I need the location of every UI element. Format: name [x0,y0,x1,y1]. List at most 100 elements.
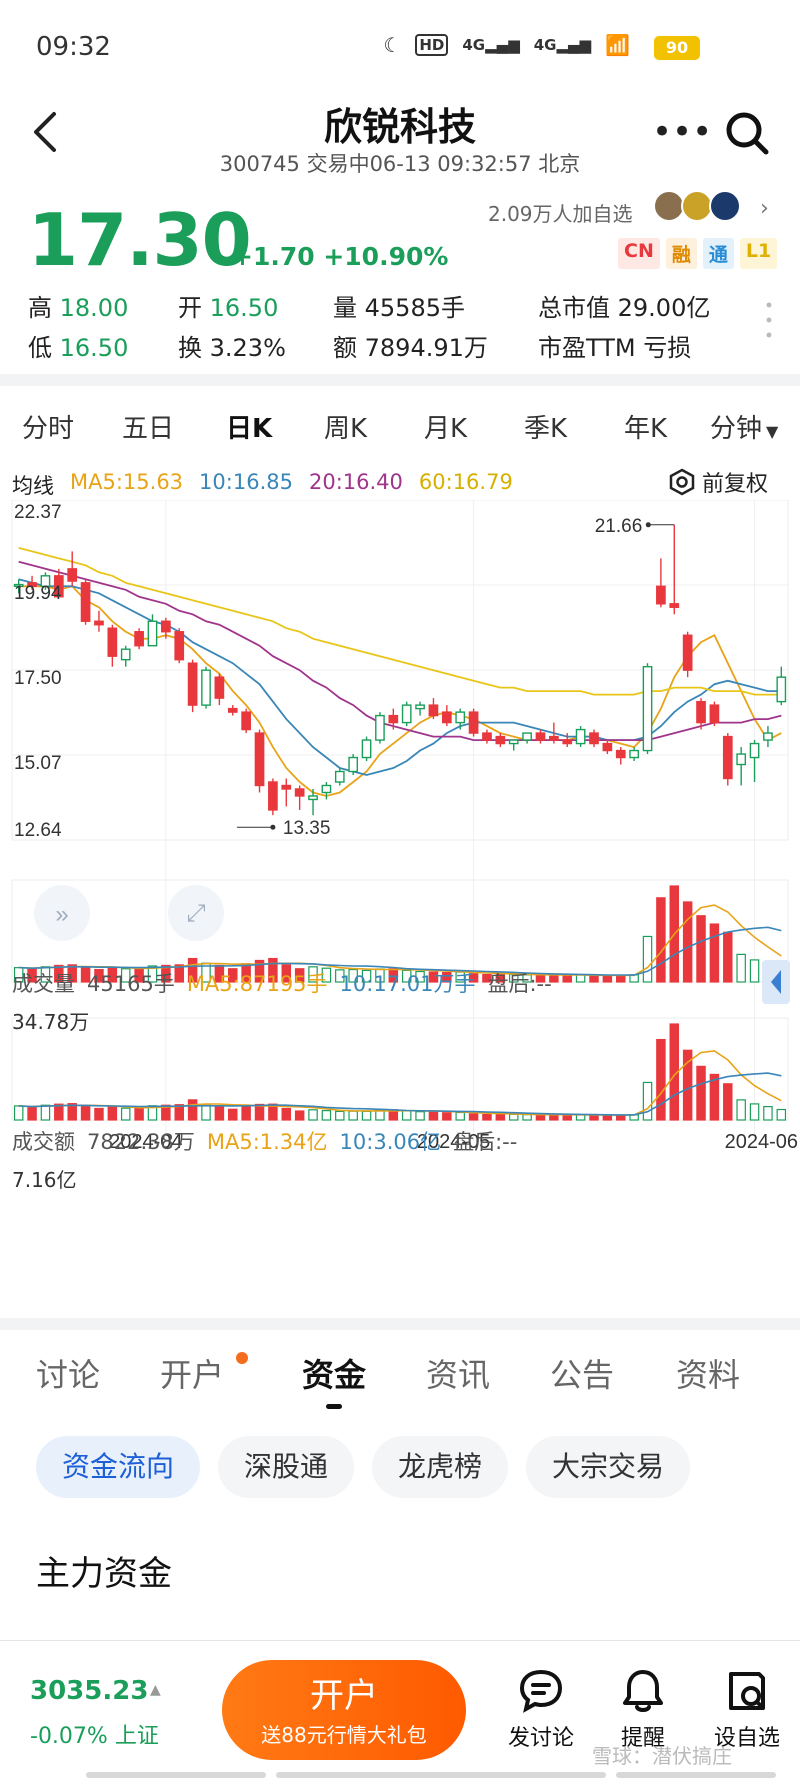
bar [616,1114,626,1121]
bar [696,1065,706,1121]
chip-fund-flow[interactable]: 资金流向 [36,1436,201,1498]
expand-dots-icon[interactable] [766,300,772,340]
tab-announcements[interactable]: 公告 [550,1350,614,1396]
candle-body [468,711,479,734]
bar [495,1113,506,1121]
candle-body [254,732,265,787]
index-change[interactable]: -0.07% 上证 [30,1718,159,1750]
chip-dragon-tiger[interactable]: 龙虎榜 [372,1436,509,1498]
tab-daily-k[interactable]: 日K [226,408,272,445]
bar [723,1083,733,1121]
tab-news[interactable]: 资讯 [426,1350,490,1396]
followers-count[interactable]: 2.09万人加自选 [488,198,633,227]
price-tick-label: 19.94 [14,583,62,604]
tab-profile[interactable]: 资料 [676,1350,740,1396]
tab-weekly-k[interactable]: 周K [324,408,367,445]
high-marker-dot [645,522,651,528]
bar [656,1038,666,1121]
post-discussion-button[interactable]: 发讨论 [496,1668,586,1752]
high-price-label: 21.66 [595,516,643,537]
open-account-button[interactable]: 开户 送88元行情大礼包 [222,1660,466,1760]
stock-subtitle: 300745 交易中06-13 09:32:57 北京 [219,152,581,176]
tab-discussion[interactable]: 讨论 [36,1350,100,1396]
bar [335,1110,345,1121]
candle-body [776,676,787,703]
candle-body [602,742,613,752]
bar [321,1110,332,1121]
candle-body [361,739,372,759]
tag-connect: 通 [702,238,734,269]
tab-intraday[interactable]: 分时 [22,408,74,445]
candle-body [161,620,171,633]
watermark: 雪球：潜伏搞庄 [592,1744,732,1768]
fullscreen-icon: ⤢ [186,900,205,927]
adjust-toggle[interactable]: 前复权 [668,466,768,498]
status-bar: 09:32 ☾ HD 4G▂▄▆ 4G▂▄▆ 📶 90 [0,0,800,90]
more-icon[interactable]: ••• [652,112,712,152]
bar [589,1114,599,1121]
candle-body [227,707,238,713]
tab-yearly-k[interactable]: 年K [624,408,667,445]
ma-legend: 均线 MA5:15.63 10:16.85 20:16.40 60:16.79 [12,470,513,500]
side-tab[interactable] [762,960,790,1004]
signal-icon-1: 4G▂▄▆ [462,36,520,54]
bar [549,1114,559,1121]
bar [589,974,599,983]
status-time: 09:32 [36,32,111,62]
chip-block-trade[interactable]: 大宗交易 [526,1436,691,1498]
bar [254,1103,265,1121]
tab-five-day[interactable]: 五日 [122,408,174,445]
bar [187,1099,198,1121]
bar [228,1108,238,1121]
stock-tags: CN 融 通 L1 [618,238,778,269]
candle-body [575,728,586,745]
bar [763,1105,773,1121]
divider [0,1318,800,1330]
adjust-label: 前复权 [702,472,769,497]
candle-body [562,739,573,745]
low-price-label: 13.35 [283,818,331,839]
candle-body [241,711,251,731]
tab-funds[interactable]: 资金 [302,1350,366,1396]
chip-shenzhen-connect[interactable]: 深股通 [218,1436,355,1498]
bar [749,959,760,983]
stat-low: 低 16.50 [28,334,129,362]
search-icon[interactable] [724,110,770,156]
bar [94,1107,104,1121]
tab-quarterly-k[interactable]: 季K [524,408,567,445]
tab-monthly-k[interactable]: 月K [424,408,467,445]
double-chevron-icon: » [55,901,68,928]
bar [602,975,613,983]
volume-title: 成交量 [12,972,75,996]
candle-body [80,582,91,622]
candle-body [669,603,680,608]
bar [776,1108,787,1121]
tab-minute[interactable]: 分钟 ▼ [710,408,778,445]
bar [281,1107,292,1121]
network-label-2: 4G [533,36,557,54]
stat-volume: 量 45585手 [333,294,465,322]
candle-body [94,620,104,626]
candle-body [214,676,225,699]
index-value[interactable]: 3035.23 [30,1676,148,1706]
bar [308,1109,318,1121]
network-label-1: 4G [462,36,486,54]
candle-body [749,742,760,759]
candle-body [281,784,292,790]
candle-body [308,795,318,801]
candle-body [388,714,399,724]
candle-body [682,634,693,671]
amount-legend: 成交额 7822.38万 MA5:1.34亿 10:3.06亿 盘后:-- [12,1126,517,1156]
bar [696,915,706,983]
chevron-right-icon[interactable]: › [760,196,769,221]
stat-pe: 市盈TTM 亏损 [538,334,692,362]
candle-body [535,732,546,741]
ma20-value: 20:16.40 [308,470,403,494]
bar [442,1112,452,1121]
tab-open-account[interactable]: 开户 [160,1350,224,1396]
period-tabs: 分时 五日 日K 周K 月K 季K 年K 分钟 ▼ [0,400,800,460]
amount-after-hours: 盘后:-- [453,1130,518,1154]
follower-avatars[interactable] [653,190,749,224]
kline-chart[interactable]: 22.37 19.94 17.50 15.07 12.64 21.66 13.35 202… [0,500,800,1330]
ma60-value: 60:16.79 [418,470,513,494]
